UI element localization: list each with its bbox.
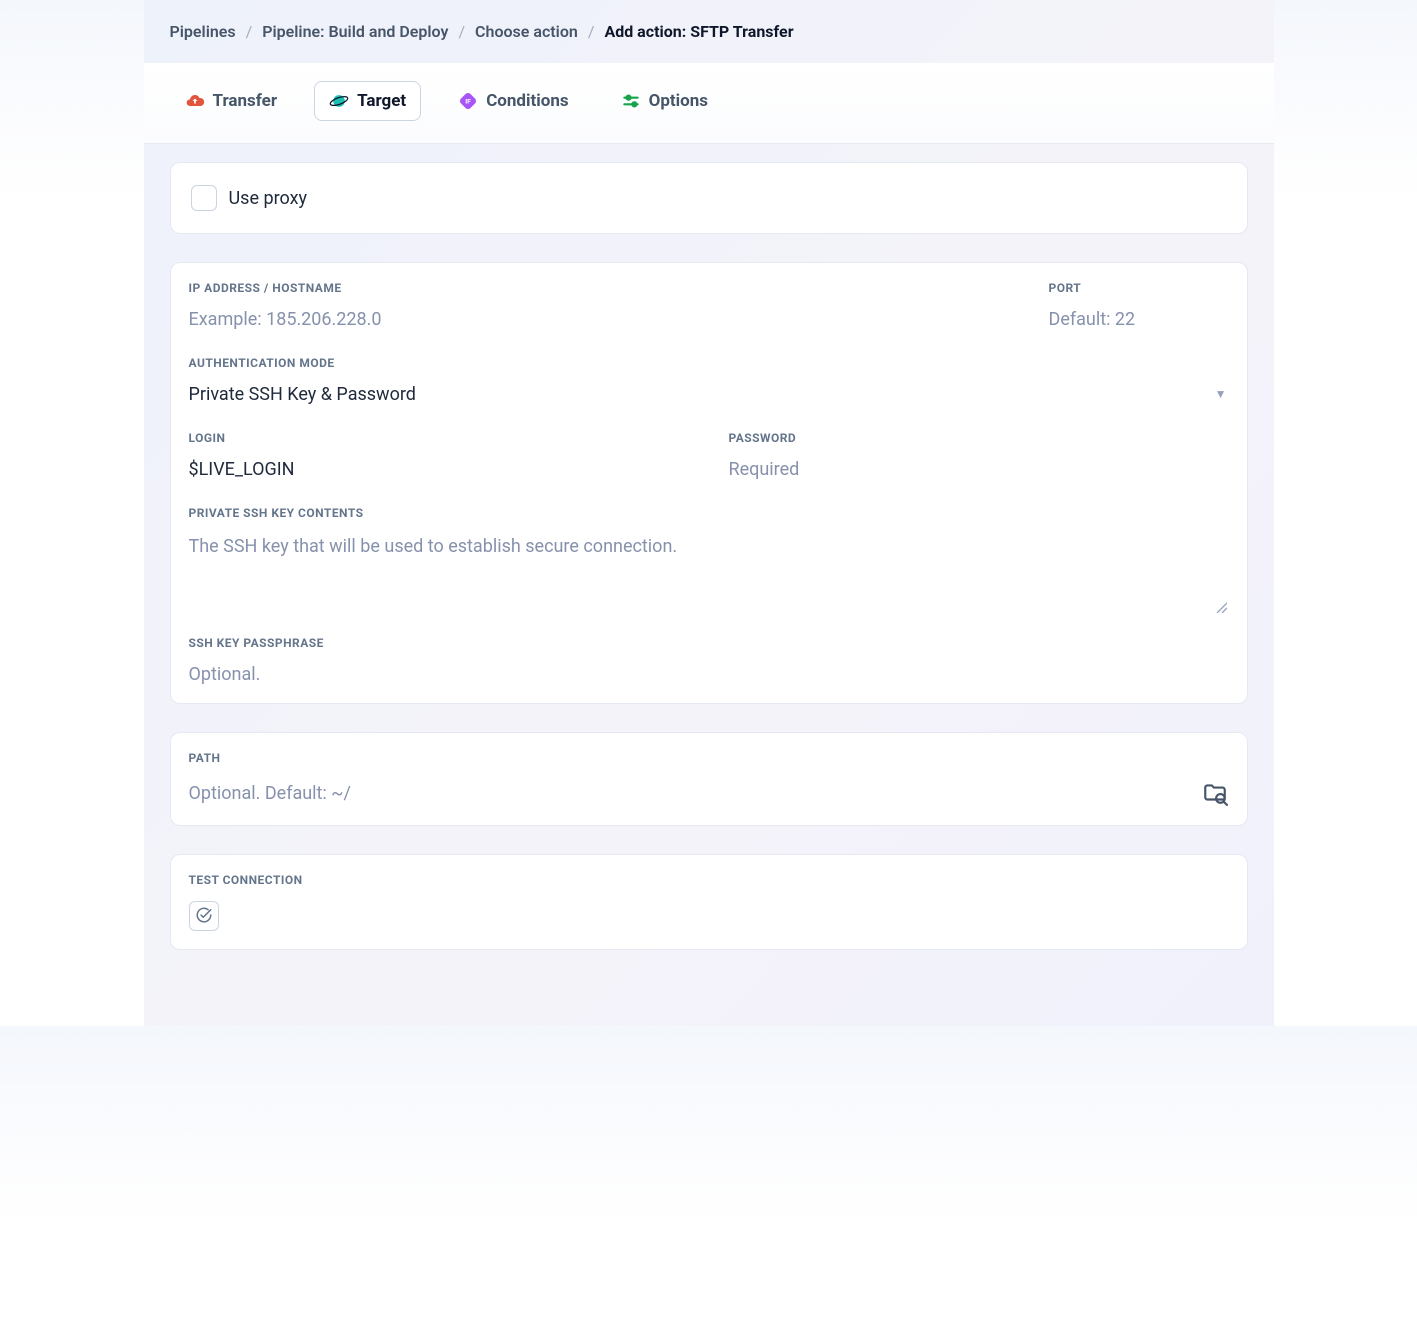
ip-label: IP ADDRESS / HOSTNAME — [189, 281, 1009, 295]
password-label: PASSWORD — [729, 431, 1229, 445]
port-label: PORT — [1049, 281, 1229, 295]
tab-label: Options — [649, 91, 708, 111]
chevron-down-icon: ▼ — [1215, 387, 1227, 401]
path-input[interactable] — [189, 783, 1185, 804]
ip-input[interactable] — [189, 309, 1009, 330]
breadcrumb-link-pipelines[interactable]: Pipelines — [170, 22, 236, 41]
auth-mode-value: Private SSH Key & Password — [189, 384, 1229, 405]
check-circle-icon — [195, 906, 213, 927]
breadcrumb-current: Add action: SFTP Transfer — [604, 22, 793, 41]
test-label: TEST CONNECTION — [189, 873, 1229, 887]
field-ip: IP ADDRESS / HOSTNAME — [189, 281, 1009, 330]
connection-card: IP ADDRESS / HOSTNAME PORT AUTHENTICATIO… — [170, 262, 1248, 704]
tab-label: Target — [357, 91, 406, 111]
path-label: PATH — [189, 751, 1229, 765]
ssh-key-textarea[interactable] — [189, 534, 1229, 606]
password-input[interactable] — [729, 459, 1229, 480]
tab-label: Conditions — [486, 91, 568, 111]
use-proxy-card: Use proxy — [170, 162, 1248, 234]
tab-bar: Transfer Target IF Conditions Options — [144, 63, 1274, 144]
path-card: PATH — [170, 732, 1248, 826]
field-auth-mode: AUTHENTICATION MODE Private SSH Key & Pa… — [189, 356, 1229, 405]
use-proxy-row[interactable]: Use proxy — [189, 181, 1229, 215]
field-passphrase: SSH KEY PASSPHRASE — [189, 636, 1229, 685]
breadcrumb-link-choose-action[interactable]: Choose action — [475, 22, 578, 41]
ssh-key-label: PRIVATE SSH KEY CONTENTS — [189, 506, 1229, 520]
login-input[interactable] — [189, 459, 689, 480]
auth-mode-select[interactable]: Private SSH Key & Password ▼ — [189, 384, 1229, 405]
breadcrumb-separator: / — [588, 22, 595, 41]
port-input[interactable] — [1049, 309, 1229, 330]
tab-conditions[interactable]: IF Conditions — [443, 81, 583, 121]
tab-options[interactable]: Options — [606, 81, 723, 121]
test-connection-button[interactable] — [189, 901, 219, 931]
condition-icon: IF — [458, 91, 478, 111]
tab-transfer[interactable]: Transfer — [170, 81, 293, 121]
test-connection-card: TEST CONNECTION — [170, 854, 1248, 950]
passphrase-input[interactable] — [189, 664, 1229, 685]
svg-text:IF: IF — [465, 98, 471, 106]
sliders-icon — [621, 91, 641, 111]
login-label: LOGIN — [189, 431, 689, 445]
breadcrumb-link-pipeline[interactable]: Pipeline: Build and Deploy — [262, 22, 448, 41]
field-login: LOGIN — [189, 431, 689, 480]
auth-label: AUTHENTICATION MODE — [189, 356, 1229, 370]
passphrase-label: SSH KEY PASSPHRASE — [189, 636, 1229, 650]
breadcrumb: Pipelines / Pipeline: Build and Deploy /… — [144, 0, 1274, 63]
tab-target[interactable]: Target — [314, 81, 421, 121]
browse-folder-button[interactable] — [1201, 779, 1229, 807]
resize-handle-icon[interactable] — [1215, 598, 1229, 612]
field-port: PORT — [1049, 281, 1229, 356]
cloud-upload-icon — [185, 91, 205, 111]
use-proxy-checkbox[interactable] — [191, 185, 217, 211]
planet-icon — [329, 91, 349, 111]
field-ssh-key: PRIVATE SSH KEY CONTENTS — [189, 506, 1229, 610]
tab-label: Transfer — [213, 91, 278, 111]
use-proxy-label: Use proxy — [229, 188, 308, 209]
breadcrumb-separator: / — [246, 22, 253, 41]
field-password: PASSWORD — [729, 431, 1229, 506]
breadcrumb-separator: / — [458, 22, 465, 41]
